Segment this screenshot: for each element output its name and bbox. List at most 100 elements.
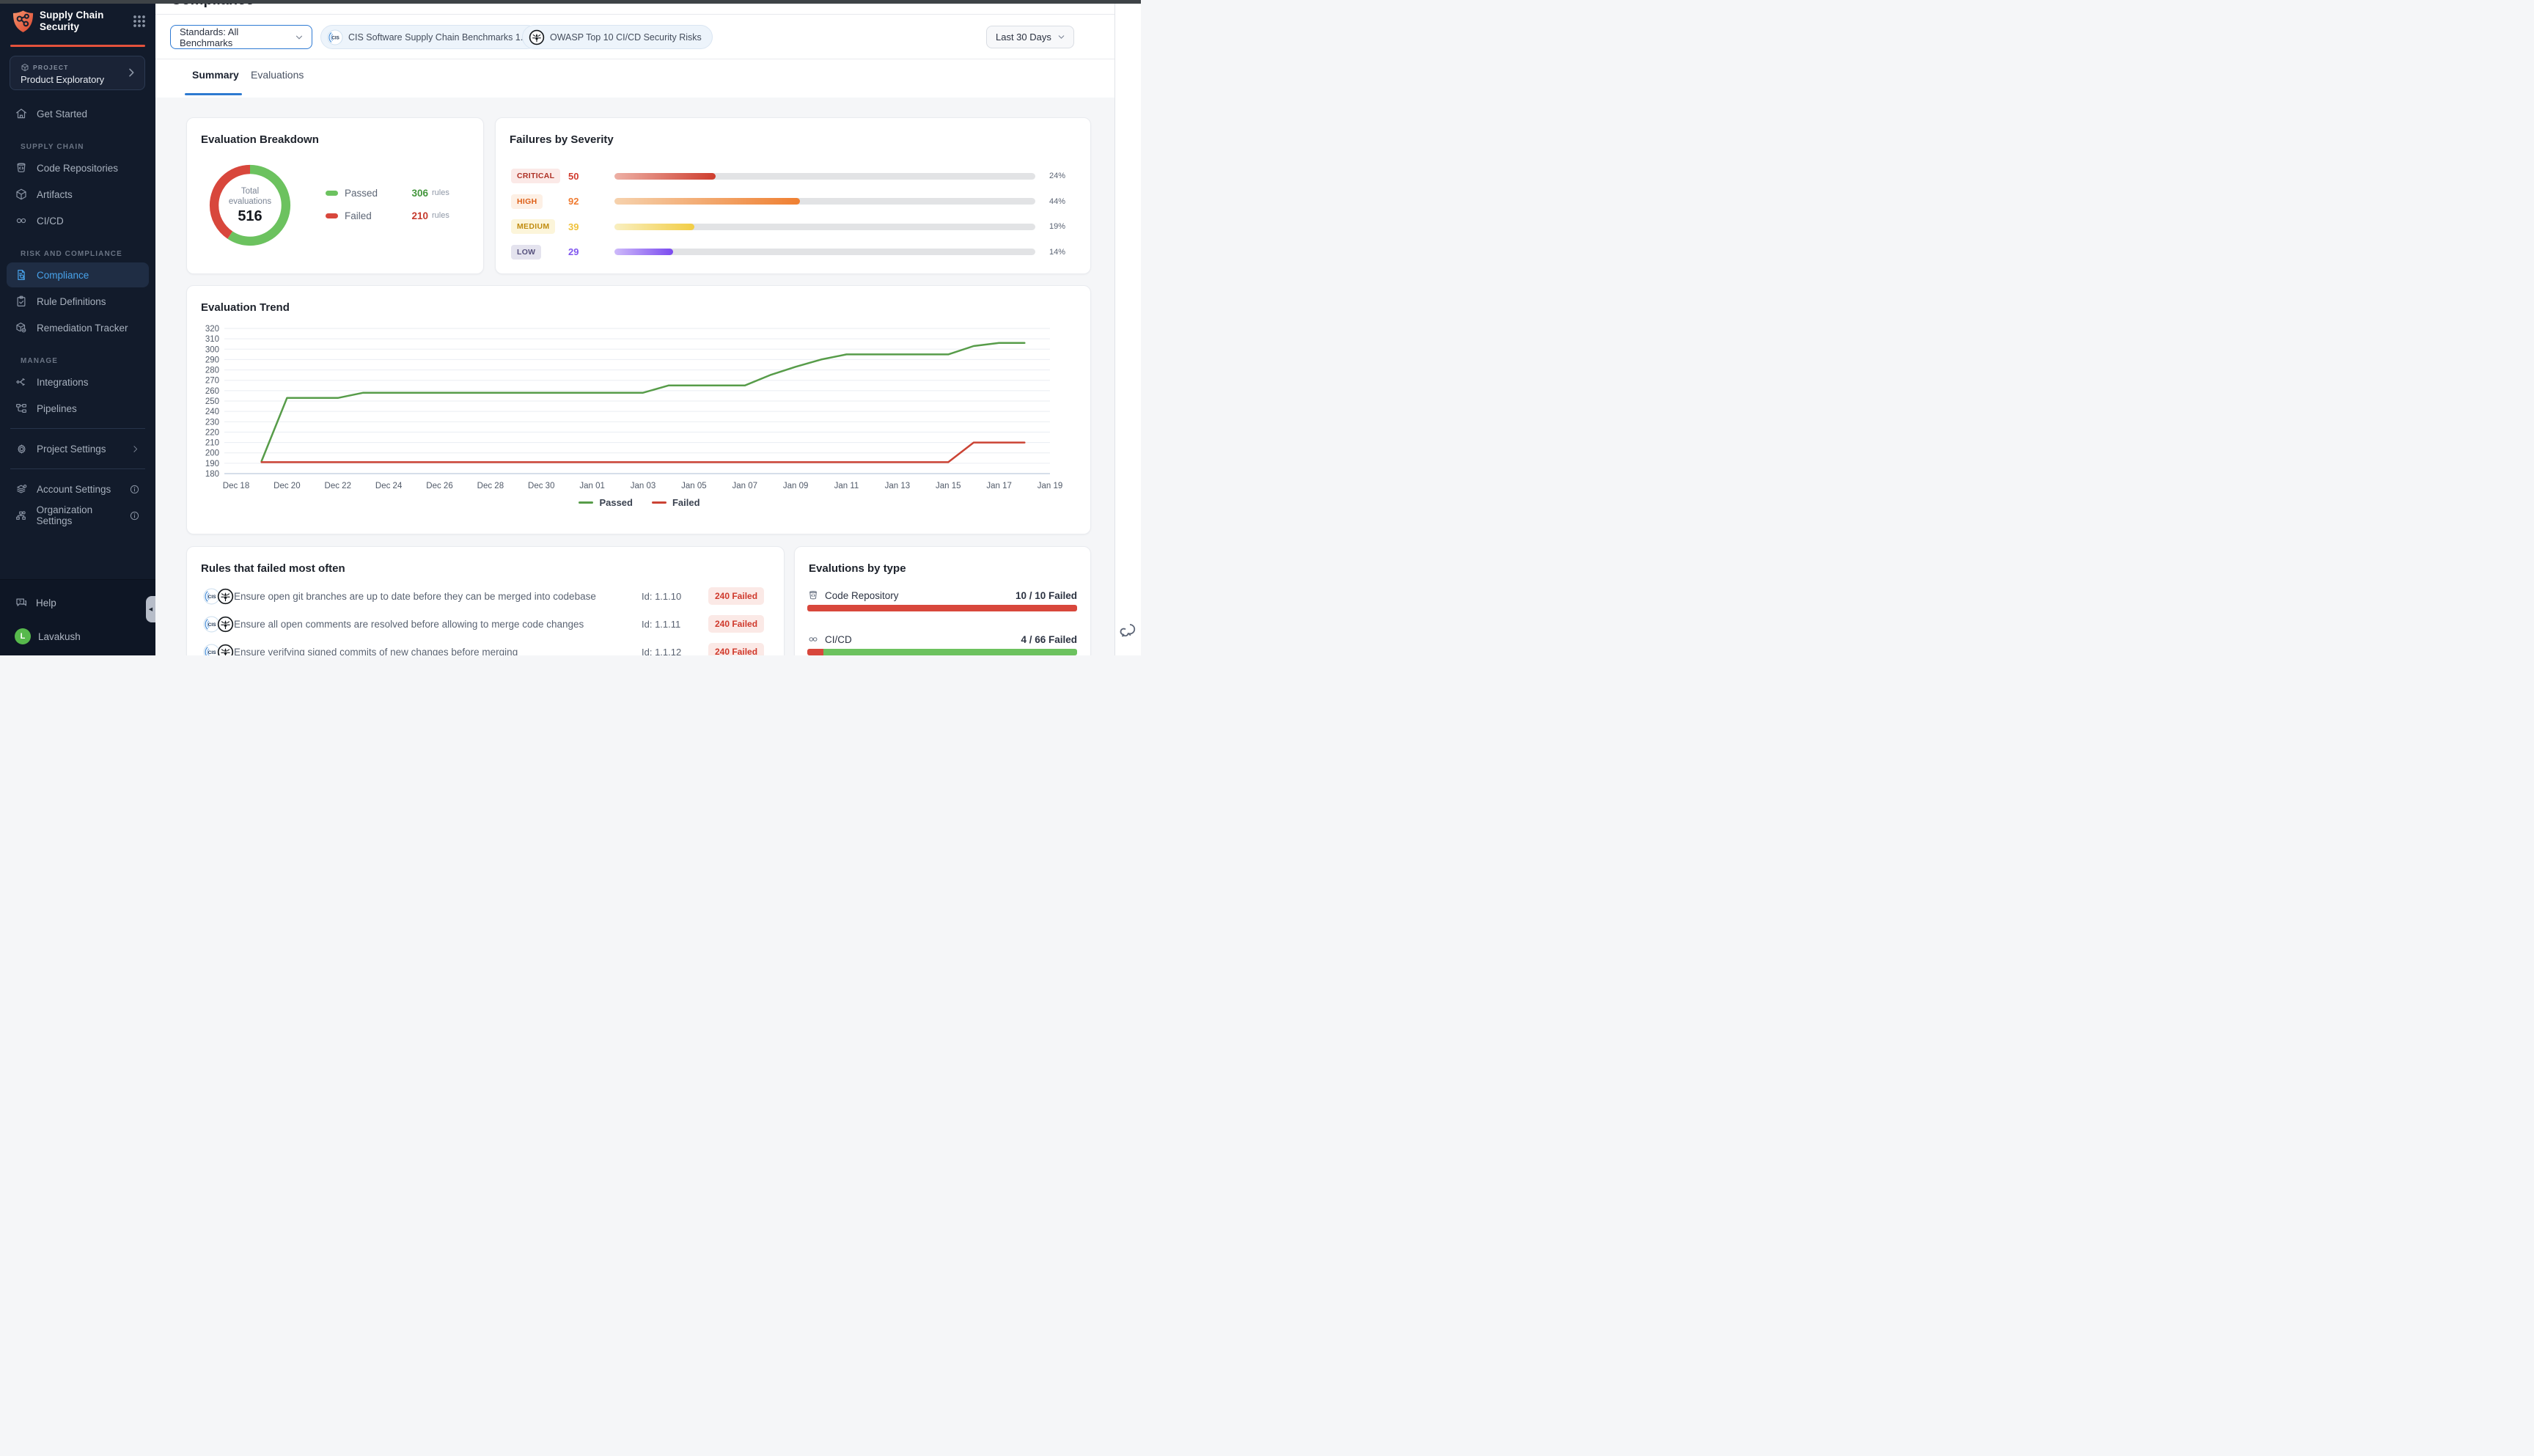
failed-segment bbox=[807, 605, 1077, 611]
document-search-icon bbox=[15, 268, 28, 282]
sidebar-item-label: Project Settings bbox=[37, 444, 106, 455]
type-progress-bar bbox=[807, 605, 1077, 611]
severity-percent: 19% bbox=[1049, 222, 1065, 231]
filter-chip-owasp[interactable]: OWASP Top 10 CI/CD Security Risks bbox=[522, 25, 713, 49]
severity-count: 39 bbox=[568, 221, 614, 232]
rule-rows: CISEnsure open git branches are up to da… bbox=[187, 582, 785, 655]
trend-x-tick: Jan 01 bbox=[579, 482, 605, 490]
passed-label: Passed bbox=[345, 188, 403, 199]
type-row-code-repository[interactable]: Code Repository10 / 10 Failed bbox=[795, 576, 1092, 620]
rule-row[interactable]: CIS Ensure verifying signed commits of ne… bbox=[187, 638, 785, 655]
rule-row[interactable]: CISEnsure open git branches are up to da… bbox=[187, 582, 785, 610]
standards-select[interactable]: Standards: All Benchmarks bbox=[170, 25, 312, 49]
infinity-icon bbox=[15, 214, 28, 227]
svg-text:CIS: CIS bbox=[208, 622, 217, 628]
owasp-logo-icon bbox=[217, 643, 234, 656]
total-evaluations-value: 516 bbox=[238, 208, 262, 225]
info-icon[interactable] bbox=[129, 510, 140, 521]
sidebar-nav: Get StartedSUPPLY CHAINCode Repositories… bbox=[0, 100, 155, 529]
clipboard-check-icon bbox=[15, 295, 28, 308]
user-menu[interactable]: L Lavakush bbox=[0, 625, 155, 647]
filter-bar: Standards: All Benchmarks CIS CIS Softwa… bbox=[155, 15, 1114, 59]
rule-standard-icons: CIS bbox=[203, 643, 234, 656]
apps-grid-icon[interactable] bbox=[132, 14, 147, 29]
chevron-right-icon[interactable] bbox=[131, 444, 140, 454]
repository-icon bbox=[15, 161, 28, 174]
project-name: Product Exploratory bbox=[21, 74, 104, 85]
legend-label: Failed bbox=[672, 497, 700, 508]
sidebar-item-get-started[interactable]: Get Started bbox=[7, 101, 149, 126]
info-icon bbox=[129, 484, 140, 495]
svg-text:CIS: CIS bbox=[208, 650, 217, 655]
trend-x-tick: Jan 03 bbox=[631, 482, 656, 490]
rule-text: Ensure verifying signed commits of new c… bbox=[234, 647, 642, 656]
evaluation-trend-chart: 3203103002902802702602502402302202102001… bbox=[187, 315, 1092, 499]
sidebar-item-account-settings[interactable]: Account Settings bbox=[7, 477, 149, 501]
layers-gear-icon bbox=[15, 483, 28, 496]
sidebar-item-pipelines[interactable]: Pipelines bbox=[7, 396, 149, 421]
trend-y-tick: 210 bbox=[205, 439, 219, 448]
sidebar-item-artifacts[interactable]: Artifacts bbox=[7, 182, 149, 207]
trend-y-tick: 270 bbox=[205, 377, 219, 386]
sidebar-item-label: Remediation Tracker bbox=[37, 323, 128, 334]
severity-row-medium: MEDIUM3919% bbox=[496, 214, 1092, 240]
failed-label: Failed bbox=[345, 210, 403, 221]
trend-y-tick: 280 bbox=[205, 367, 219, 375]
failed-segment bbox=[807, 649, 823, 655]
sidebar-divider bbox=[10, 468, 145, 469]
sidebar-item-remediation-tracker[interactable]: Remediation Tracker bbox=[7, 315, 149, 340]
trend-x-tick: Dec 30 bbox=[528, 482, 554, 490]
tabs: Summary Evaluations bbox=[155, 59, 1114, 98]
sidebar-item-organization-settings[interactable]: Organization Settings bbox=[7, 503, 149, 528]
sidebar-item-project-settings[interactable]: Project Settings bbox=[7, 436, 149, 461]
severity-percent: 14% bbox=[1049, 248, 1065, 257]
rule-text: Ensure all open comments are resolved be… bbox=[234, 619, 642, 630]
repository-icon bbox=[807, 589, 819, 601]
rule-row[interactable]: CIS Ensure all open comments are resolved… bbox=[187, 610, 785, 638]
severity-row-critical: CRITICAL5024% bbox=[496, 163, 1092, 189]
filter-chip-owasp-label: OWASP Top 10 CI/CD Security Risks bbox=[550, 32, 702, 43]
date-range-value: Last 30 Days bbox=[996, 32, 1051, 43]
trend-legend-passed: Passed bbox=[579, 497, 633, 508]
sidebar-item-integrations[interactable]: Integrations bbox=[7, 369, 149, 394]
evaluation-breakdown-title: Evaluation Breakdown bbox=[201, 133, 319, 146]
app-logo-row: Supply Chain Security bbox=[12, 10, 147, 34]
breakdown-legend: Passed 306 rules Failed 210 rules bbox=[326, 185, 472, 231]
info-icon[interactable] bbox=[129, 484, 140, 495]
type-row-ci-cd[interactable]: CI/CD4 / 66 Failed bbox=[795, 620, 1092, 655]
feedback-chat-icon[interactable] bbox=[1120, 622, 1137, 639]
app-root: Supply Chain Security PROJECT Product Ex… bbox=[0, 0, 1141, 655]
failed-count: 210 bbox=[403, 210, 428, 221]
project-selector[interactable]: PROJECT Product Exploratory bbox=[10, 56, 145, 90]
tab-evaluations[interactable]: Evaluations bbox=[251, 69, 304, 81]
sidebar-item-ci-cd[interactable]: CI/CD bbox=[7, 208, 149, 233]
passed-unit: rules bbox=[432, 188, 449, 197]
help-button[interactable]: ? Help bbox=[0, 592, 155, 614]
sidebar-item-label: Organization Settings bbox=[37, 504, 129, 526]
clipboard-check-icon bbox=[15, 295, 28, 308]
infinity-icon bbox=[15, 214, 28, 227]
sidebar-item-code-repositories[interactable]: Code Repositories bbox=[7, 155, 149, 180]
filter-chip-cis-label: CIS Software Supply Chain Benchmarks 1.0 bbox=[348, 32, 528, 43]
sidebar-item-compliance[interactable]: Compliance bbox=[7, 262, 149, 287]
sidebar-item-label: Code Repositories bbox=[37, 163, 118, 174]
filter-chip-cis[interactable]: CIS CIS Software Supply Chain Benchmarks… bbox=[320, 25, 539, 49]
rule-standard-icons: CIS bbox=[203, 587, 234, 606]
trend-x-tick: Jan 15 bbox=[936, 482, 961, 490]
right-utility-strip bbox=[1114, 0, 1141, 655]
tab-summary[interactable]: Summary bbox=[192, 69, 239, 81]
trend-legend: Passed Failed bbox=[187, 497, 1092, 508]
sidebar-item-label: Integrations bbox=[37, 377, 89, 388]
sidebar-collapse-handle[interactable]: ◀ bbox=[146, 596, 155, 622]
evaluation-breakdown-donut: Total evaluations 516 bbox=[203, 158, 297, 252]
evaluation-trend-title: Evaluation Trend bbox=[201, 301, 290, 314]
standards-select-value: Standards: All Benchmarks bbox=[180, 26, 294, 48]
date-range-select[interactable]: Last 30 Days bbox=[986, 26, 1074, 48]
severity-bar-track bbox=[614, 224, 1035, 230]
sidebar-item-rule-definitions[interactable]: Rule Definitions bbox=[7, 289, 149, 314]
owasp-logo-icon bbox=[217, 615, 234, 633]
summary-content: Evaluation Breakdown Total evaluations 5… bbox=[155, 98, 1141, 655]
cube-icon bbox=[21, 63, 29, 72]
trend-legend-failed: Failed bbox=[652, 497, 700, 508]
box-wrench-icon bbox=[15, 321, 28, 334]
